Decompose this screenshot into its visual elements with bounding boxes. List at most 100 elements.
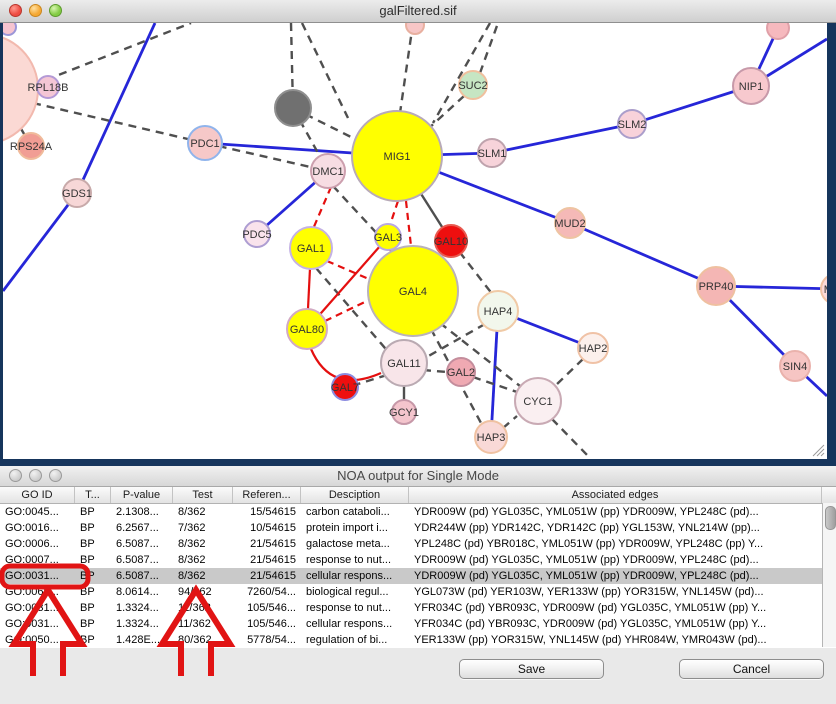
cell: carbon cataboli... bbox=[301, 504, 409, 520]
column-header-6[interactable]: Associated edges bbox=[409, 487, 822, 503]
edge-red-dash[interactable] bbox=[390, 201, 398, 225]
scrollbar-thumb[interactable] bbox=[825, 506, 836, 530]
edge-red-dash[interactable] bbox=[406, 201, 411, 246]
cell: YDR009W (pd) YGL035C, YML051W (pp) YDR00… bbox=[409, 552, 822, 568]
resize-grip-icon[interactable] bbox=[809, 441, 825, 457]
node-label-SLM2: SLM2 bbox=[618, 119, 647, 131]
column-header-1[interactable]: T... bbox=[75, 487, 111, 503]
cell: BP bbox=[75, 632, 111, 648]
table-body[interactable]: GO:0045...BP2.1308...8/36215/54615carbon… bbox=[0, 504, 836, 648]
edge-gray-dash[interactable] bbox=[480, 23, 498, 73]
cell: 7260/54... bbox=[233, 584, 301, 600]
node-top-right[interactable] bbox=[767, 23, 789, 39]
node-label-MUD2: MUD2 bbox=[554, 218, 585, 230]
table-row[interactable]: GO:0050...BP1.428E...80/3625778/54...reg… bbox=[0, 632, 836, 648]
cell: cellular respons... bbox=[301, 616, 409, 632]
noa-window-title: NOA output for Single Mode bbox=[0, 466, 836, 486]
cell: 6.5087... bbox=[111, 552, 173, 568]
noa-titlebar[interactable]: NOA output for Single Mode bbox=[0, 466, 836, 487]
edge-blue[interactable] bbox=[3, 193, 77, 291]
cell: 1.428E... bbox=[111, 632, 173, 648]
node-label-SIN4: SIN4 bbox=[783, 361, 807, 373]
node-label-GDS1: GDS1 bbox=[62, 188, 92, 200]
network-canvas[interactable]: RPL18BRPS24AGDS1PDC1DMC1MIG1SUC2SLM1SLM2… bbox=[3, 23, 827, 459]
table-row[interactable]: GO:0007...BP6.5087...8/36221/54615respon… bbox=[0, 552, 836, 568]
cell: BP bbox=[75, 568, 111, 584]
cell: YDR244W (pp) YDR142C, YDR142C (pp) YGL15… bbox=[409, 520, 822, 536]
column-header-0[interactable]: GO ID bbox=[0, 487, 75, 503]
edge-gray-dash[interactable] bbox=[33, 103, 205, 143]
column-header-2[interactable]: P-value bbox=[111, 487, 173, 503]
cell: 5778/54... bbox=[233, 632, 301, 648]
edge-gray-dash[interactable] bbox=[503, 416, 517, 428]
cell: 7/362 bbox=[173, 520, 233, 536]
cell: BP bbox=[75, 552, 111, 568]
node-top-mid[interactable] bbox=[406, 23, 424, 34]
network-titlebar[interactable]: galFiltered.sif bbox=[0, 0, 836, 23]
edge-blue[interactable] bbox=[77, 23, 155, 193]
cell: GO:0031... bbox=[0, 600, 75, 616]
cell: YFR034C (pd) YBR093C, YDR009W (pd) YGL03… bbox=[409, 616, 822, 632]
node-label-GAL4: GAL4 bbox=[399, 286, 427, 298]
cell: YFR034C (pd) YBR093C, YDR009W (pd) YGL03… bbox=[409, 600, 822, 616]
table-row[interactable]: GO:0031...BP1.3324...11/362105/546...cel… bbox=[0, 616, 836, 632]
edge-gray-dash[interactable] bbox=[552, 419, 591, 459]
cell: 21/54615 bbox=[233, 536, 301, 552]
cell: BP bbox=[75, 536, 111, 552]
table-row[interactable]: GO:0031...BP6.5087...8/36221/54615cellul… bbox=[0, 568, 836, 584]
node-label-HAP3: HAP3 bbox=[477, 432, 506, 444]
cell: cellular respons... bbox=[301, 568, 409, 584]
cell: response to nut... bbox=[301, 552, 409, 568]
column-header-3[interactable]: Test bbox=[173, 487, 233, 503]
cell: GO:0031... bbox=[0, 568, 75, 584]
cell: 10/54615 bbox=[233, 520, 301, 536]
node-gray-node[interactable] bbox=[275, 90, 311, 126]
network-window: galFiltered.sif RPL18BRPS24AGDS1PDC1DMC1… bbox=[0, 0, 836, 466]
column-header-4[interactable]: Referen... bbox=[233, 487, 301, 503]
cell: GO:0007... bbox=[0, 552, 75, 568]
table-scrollbar[interactable] bbox=[822, 503, 836, 647]
cell: YPL248C (pd) YBR018C, YML051W (pp) YDR00… bbox=[409, 536, 822, 552]
node-label-PRP40: PRP40 bbox=[699, 281, 734, 293]
edge-gray-dash[interactable] bbox=[555, 359, 583, 386]
cell: GO:0016... bbox=[0, 520, 75, 536]
table-header[interactable]: GO IDT...P-valueTestReferen...Desciption… bbox=[0, 487, 836, 504]
edge-gray-dash[interactable] bbox=[400, 23, 413, 113]
cell: BP bbox=[75, 600, 111, 616]
node-top-left[interactable] bbox=[3, 23, 16, 35]
node-label-HAP2: HAP2 bbox=[579, 343, 608, 355]
node-label-PDC5: PDC5 bbox=[242, 229, 271, 241]
cell: 21/54615 bbox=[233, 568, 301, 584]
node-label-GCY1: GCY1 bbox=[389, 407, 419, 419]
table-row[interactable]: GO:0016...BP6.2567...7/36210/54615protei… bbox=[0, 520, 836, 536]
node-label-RPS24A: RPS24A bbox=[10, 141, 53, 153]
node-label-HAP4: HAP4 bbox=[484, 306, 513, 318]
node-label-GAL1: GAL1 bbox=[297, 243, 325, 255]
cancel-button[interactable]: Cancel bbox=[679, 659, 824, 679]
cell: 105/546... bbox=[233, 616, 301, 632]
cell: 2.1308... bbox=[111, 504, 173, 520]
table-row[interactable]: GO:0006...BP6.5087...8/36221/54615galact… bbox=[0, 536, 836, 552]
table-row[interactable]: GO:0031...BP1.3324...11/362105/546...res… bbox=[0, 600, 836, 616]
edge-blue[interactable] bbox=[492, 124, 632, 153]
column-header-5[interactable]: Desciption bbox=[301, 487, 409, 503]
node-label-RPL18B: RPL18B bbox=[28, 82, 69, 94]
cell: 8/362 bbox=[173, 552, 233, 568]
network-graph[interactable]: RPL18BRPS24AGDS1PDC1DMC1MIG1SUC2SLM1SLM2… bbox=[3, 23, 827, 459]
cell: 6.5087... bbox=[111, 568, 173, 584]
cell: GO:0031... bbox=[0, 616, 75, 632]
table-row[interactable]: GO:0045...BP2.1308...8/36215/54615carbon… bbox=[0, 504, 836, 520]
node-label-SUC2: SUC2 bbox=[458, 80, 487, 92]
cell: BP bbox=[75, 504, 111, 520]
save-button[interactable]: Save bbox=[459, 659, 604, 679]
cell: 8.0614... bbox=[111, 584, 173, 600]
edge-gray-dash[interactable] bbox=[33, 23, 191, 85]
cell: 6.2567... bbox=[111, 520, 173, 536]
cell: 15/54615 bbox=[233, 504, 301, 520]
cell: galactose meta... bbox=[301, 536, 409, 552]
edge-red-dash[interactable] bbox=[313, 187, 331, 229]
table-row[interactable]: GO:0065...BP8.0614...94/3627260/54...bio… bbox=[0, 584, 836, 600]
node-label-CYC1: CYC1 bbox=[523, 396, 552, 408]
edge-blue[interactable] bbox=[570, 223, 716, 286]
node-label-NIP1: NIP1 bbox=[739, 81, 763, 93]
